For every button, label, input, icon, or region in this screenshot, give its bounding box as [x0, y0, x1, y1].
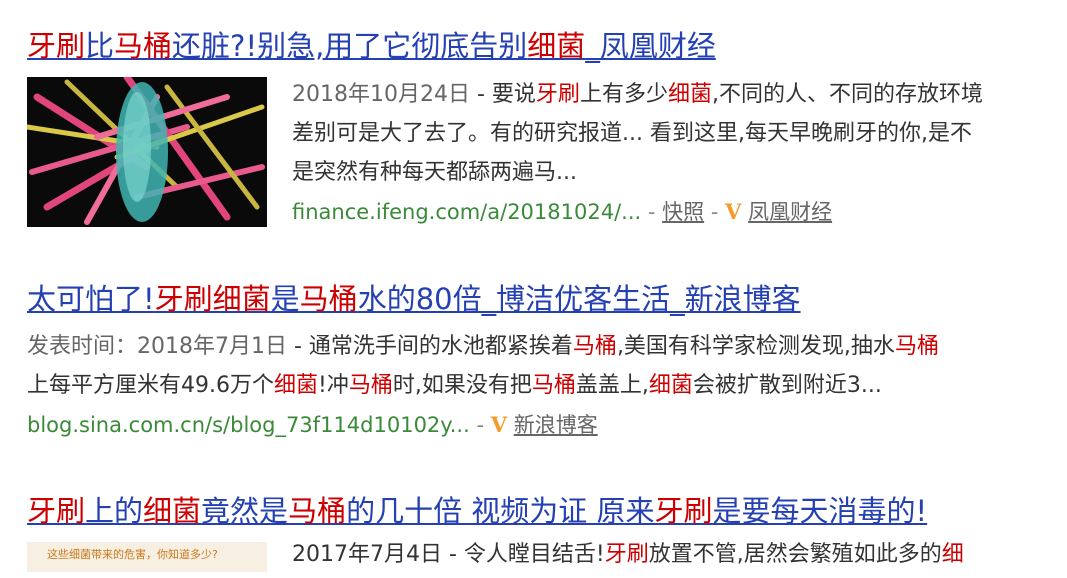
snippet-line-2: 差别可是大了去了。有的研究报道... 看到这里,每天早晚刷牙的你,是不	[292, 121, 972, 146]
result-url[interactable]: blog.sina.com.cn/s/blog_73f114d10102y...	[27, 413, 470, 437]
text-segment: 2017年7月4日 - 令人瞠目结舌!	[292, 542, 605, 567]
keyword-highlight: 马桶	[572, 334, 617, 359]
keyword-highlight: 牙刷	[654, 494, 713, 528]
text-segment: 盖盖上,	[575, 373, 649, 398]
result-snippet: 发表时间：2018年7月1日 - 通常洗手间的水池都紧挨着马桶,美国有科学家检测…	[27, 331, 939, 448]
snapshot-link[interactable]: 快照	[662, 200, 704, 224]
result-url[interactable]: finance.ifeng.com/a/20181024/...	[292, 200, 641, 224]
text-segment: 比	[85, 29, 115, 63]
keyword-highlight: 马桶	[531, 373, 576, 398]
text-segment: ,美国有科学家检测发现,抽水	[616, 334, 895, 359]
search-result-2: 太可怕了!牙刷细菌是马桶水的80倍_博洁优客生活_新浪博客 发表时间：2018年…	[27, 281, 1067, 437]
search-result-1: 牙刷比马桶还脏?!别急,用了它彻底告别细菌_凤凰财经 2018年10月24日 -…	[27, 28, 1067, 227]
text-segment: 竟然是	[201, 494, 289, 528]
keyword-highlight: 细菌	[667, 82, 712, 107]
text-segment: 放置不管,居然会繁殖如此多的	[648, 542, 942, 567]
text-segment: 时,如果没有把	[392, 373, 532, 398]
keyword-highlight: 细菌	[527, 29, 586, 63]
text-segment: 上有多少	[579, 82, 668, 107]
keyword-highlight: 马桶	[288, 494, 347, 528]
text-segment: 上的	[85, 494, 144, 528]
keyword-highlight: 细	[941, 542, 964, 567]
text-segment: 水的80倍_博洁优客生活_新浪博客	[357, 282, 801, 316]
snippet-line-1: - 要说牙刷上有多少细菌,不同的人、不同的存放环境	[470, 82, 983, 107]
result-snippet: 2017年7月4日 - 令人瞠目结舌!牙刷放置不管,居然会繁殖如此多的细	[292, 539, 964, 578]
result-snippet: 2018年10月24日 - 要说牙刷上有多少细菌,不同的人、不同的存放环境 差别…	[292, 79, 983, 235]
text-segment: - 通常洗手间的水池都紧挨着	[286, 334, 573, 359]
snippet-line-3: 是突然有种每天都舔两遍马...	[292, 160, 577, 185]
source-link[interactable]: 凤凰财经	[748, 200, 832, 224]
text-segment: 会被扩散到附近3...	[692, 373, 882, 398]
keyword-highlight: 牙刷	[27, 29, 86, 63]
keyword-highlight: 牙刷	[27, 494, 86, 528]
text-segment: _凤凰财经	[585, 29, 716, 63]
source-link[interactable]: 新浪博客	[514, 413, 598, 437]
text-segment: - 要说	[469, 82, 536, 107]
result-meta: blog.sina.com.cn/s/blog_73f114d10102y...…	[27, 412, 598, 437]
keyword-highlight: 马桶	[299, 282, 358, 316]
result-title-link[interactable]: 太可怕了!牙刷细菌是马桶水的80倍_博洁优客生活_新浪博客	[27, 281, 1067, 317]
result-title-link[interactable]: 牙刷上的细菌竟然是马桶的几十倍 视频为证 原来牙刷是要每天消毒的!	[27, 493, 1067, 529]
text-segment: 还脏?!别急,用了它彻底告别	[172, 29, 528, 63]
search-result-3: 牙刷上的细菌竟然是马桶的几十倍 视频为证 原来牙刷是要每天消毒的! 这些细菌带来…	[27, 493, 1067, 572]
text-segment: 的几十倍 视频为证 原来	[346, 494, 655, 528]
text-segment: 是	[270, 282, 300, 316]
keyword-highlight: 马桶	[114, 29, 173, 63]
keyword-highlight: 细菌	[143, 494, 202, 528]
snippet-line-2: 上每平方厘米有49.6万个细菌!冲马桶时,如果没有把马桶盖盖上,细菌会被扩散到附…	[27, 370, 939, 409]
text-segment: 是要每天消毒的!	[712, 494, 928, 528]
keyword-highlight: 马桶	[348, 373, 393, 398]
result-thumbnail[interactable]: 这些细菌带来的危害，你知道多少?	[27, 542, 267, 572]
keyword-highlight: 细菌	[274, 373, 319, 398]
keyword-highlight: 牙刷	[535, 82, 580, 107]
text-segment: 太可怕了!	[27, 282, 155, 316]
text-segment: !冲	[318, 373, 349, 398]
result-date: 发表时间：2018年7月1日	[27, 334, 287, 359]
snippet-line-1: 2017年7月4日 - 令人瞠目结舌!牙刷放置不管,居然会繁殖如此多的细	[292, 539, 964, 578]
verified-v-icon: V	[725, 199, 742, 224]
keyword-highlight: 细菌	[648, 373, 693, 398]
verified-v-icon: V	[490, 412, 508, 437]
keyword-highlight: 马桶	[894, 334, 939, 359]
snippet-line-1: - 通常洗手间的水池都紧挨着马桶,美国有科学家检测发现,抽水马桶	[287, 334, 939, 359]
keyword-highlight: 牙刷细菌	[154, 282, 271, 316]
result-meta: finance.ifeng.com/a/20181024/... - 快照 - …	[292, 199, 833, 224]
result-title-link[interactable]: 牙刷比马桶还脏?!别急,用了它彻底告别细菌_凤凰财经	[27, 28, 1067, 64]
bristles-image	[27, 77, 267, 227]
result-thumbnail[interactable]	[27, 77, 267, 227]
text-segment: 上每平方厘米有49.6万个	[27, 373, 274, 398]
thumbnail-caption: 这些细菌带来的危害，你知道多少?	[47, 548, 218, 561]
text-segment: ,不同的人、不同的存放环境	[711, 82, 983, 107]
keyword-highlight: 牙刷	[604, 542, 649, 567]
result-date: 2018年10月24日	[292, 82, 470, 107]
